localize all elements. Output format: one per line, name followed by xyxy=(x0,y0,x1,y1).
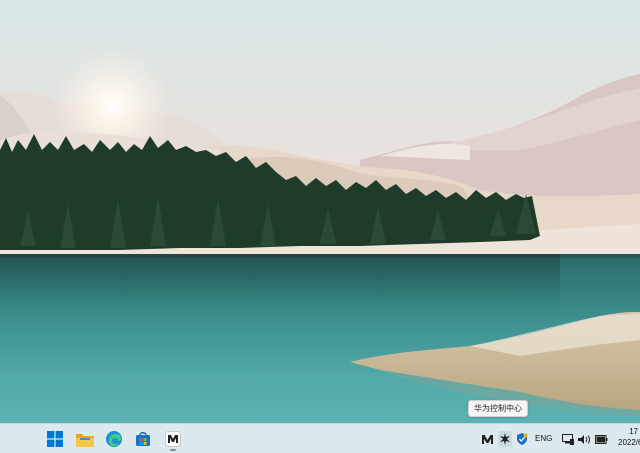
desktop xyxy=(0,0,640,423)
edge-browser-button[interactable] xyxy=(104,429,124,449)
desktop-wallpaper xyxy=(0,0,640,423)
huawei-control-center-icon xyxy=(500,433,510,445)
speaker-icon xyxy=(578,434,590,444)
store-icon xyxy=(136,432,150,446)
tray-battery-icon[interactable] xyxy=(594,432,608,446)
edge-icon xyxy=(106,431,122,447)
monitor-network-icon xyxy=(562,433,574,445)
battery-charging-icon xyxy=(594,434,607,444)
taskbar-clock[interactable]: 17 2022/6 xyxy=(612,426,640,448)
huawei-m-icon xyxy=(165,431,181,447)
huawei-m-small-icon xyxy=(481,434,493,444)
clock-time: 17 xyxy=(629,427,638,436)
shield-check-icon xyxy=(517,433,528,445)
huawei-app-button[interactable] xyxy=(163,429,183,449)
windows-logo-icon xyxy=(47,431,63,447)
clock-date: 2022/6 xyxy=(618,438,640,447)
tray-network-icon[interactable] xyxy=(562,432,574,446)
tray-control-center-icon[interactable] xyxy=(498,431,512,447)
tray-tooltip: 华为控制中心 xyxy=(468,400,528,417)
tray-volume-icon[interactable] xyxy=(578,432,590,446)
microsoft-store-button[interactable] xyxy=(133,429,153,449)
tray-huawei-icon[interactable] xyxy=(481,432,493,446)
start-button[interactable] xyxy=(45,429,65,449)
tray-security-icon[interactable] xyxy=(515,432,529,446)
language-indicator[interactable]: ENG xyxy=(535,434,552,443)
active-app-indicator xyxy=(170,449,176,451)
folder-icon xyxy=(76,433,94,447)
file-explorer-button[interactable] xyxy=(75,429,95,449)
